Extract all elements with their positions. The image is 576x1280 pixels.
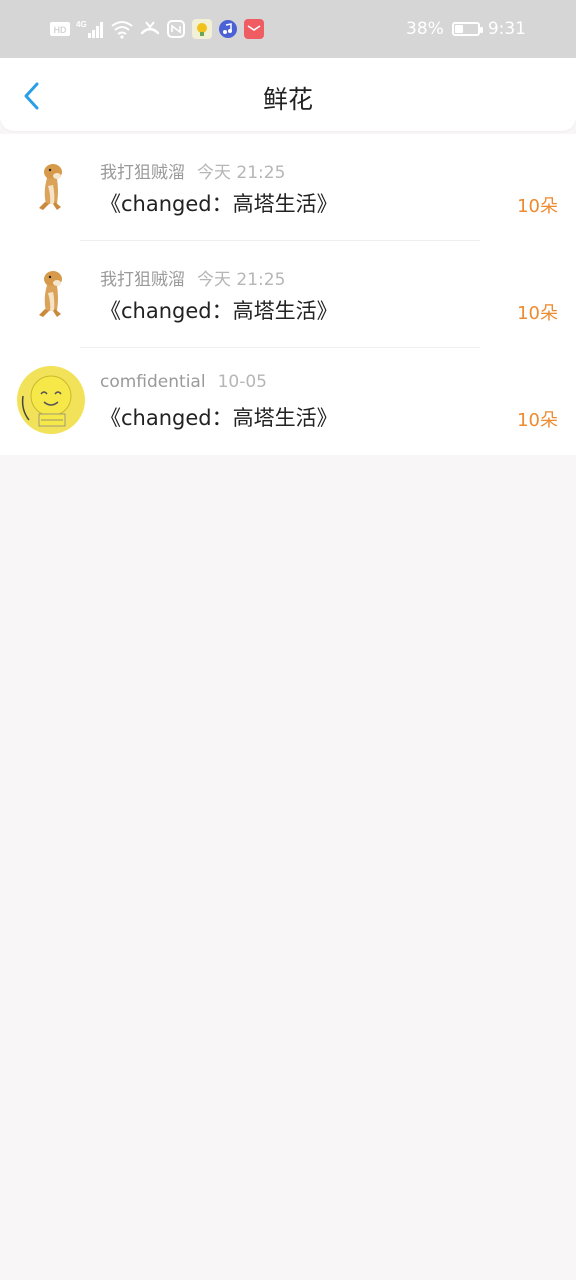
item-message: 《changed：高塔生活》 [100,406,338,430]
shiba-dog-avatar-icon [17,152,85,220]
missed-call-icon [140,19,160,39]
flower-count: 10朵 [517,303,558,324]
sender-name: 我打狙贼溜 [100,163,185,183]
list-item[interactable]: comfidential 10-05 《changed：高塔生活》 10朵 [0,348,576,455]
sender-name: comfidential [100,372,206,392]
item-meta: comfidential 10-05 [100,372,267,392]
flower-count: 10朵 [517,196,558,217]
avatar[interactable] [17,152,85,220]
music-app-icon [218,19,238,39]
battery-percent: 38% [406,19,444,39]
item-time: 10-05 [217,372,267,392]
status-right: 38% 9:31 [406,18,526,40]
signal-4g-icon: 4G [76,19,104,39]
list-item[interactable]: 我打狙贼溜 今天 21:25 《changed：高塔生活》 10朵 [0,134,576,241]
sender-name: 我打狙贼溜 [100,270,185,290]
item-time: 今天 21:25 [197,270,286,290]
clock: 9:31 [487,19,526,39]
app-header: 鲜花 [0,58,576,131]
status-bar: HD 4G 38% 9:31 [0,0,576,58]
flower-list: 我打狙贼溜 今天 21:25 《changed：高塔生活》 10朵 我打狙贼溜 今天… [0,134,576,455]
nfc-icon [166,19,186,39]
flower-count: 10朵 [517,410,558,431]
page-title: 鲜花 [262,85,313,114]
battery-icon [451,22,483,36]
status-icons: HD 4G [50,18,264,40]
item-meta: 我打狙贼溜 今天 21:25 [100,265,285,290]
item-message: 《changed：高塔生活》 [100,299,338,323]
shiba-dog-avatar-icon [17,259,85,327]
app-notification-icon [192,19,212,39]
svg-text:HD: HD [54,25,67,35]
list-item[interactable]: 我打狙贼溜 今天 21:25 《changed：高塔生活》 10朵 [0,241,576,348]
wifi-icon [110,19,134,39]
avatar[interactable] [17,259,85,327]
avatar[interactable] [17,366,85,434]
svg-text:4G: 4G [76,20,87,29]
item-time: 今天 21:25 [197,163,286,183]
battery-level [454,25,463,33]
item-message: 《changed：高塔生活》 [100,192,338,216]
item-meta: 我打狙贼溜 今天 21:25 [100,158,285,183]
hd-icon: HD [50,19,70,39]
mail-app-icon [244,19,264,39]
yellow-blob-avatar-icon [17,366,85,434]
